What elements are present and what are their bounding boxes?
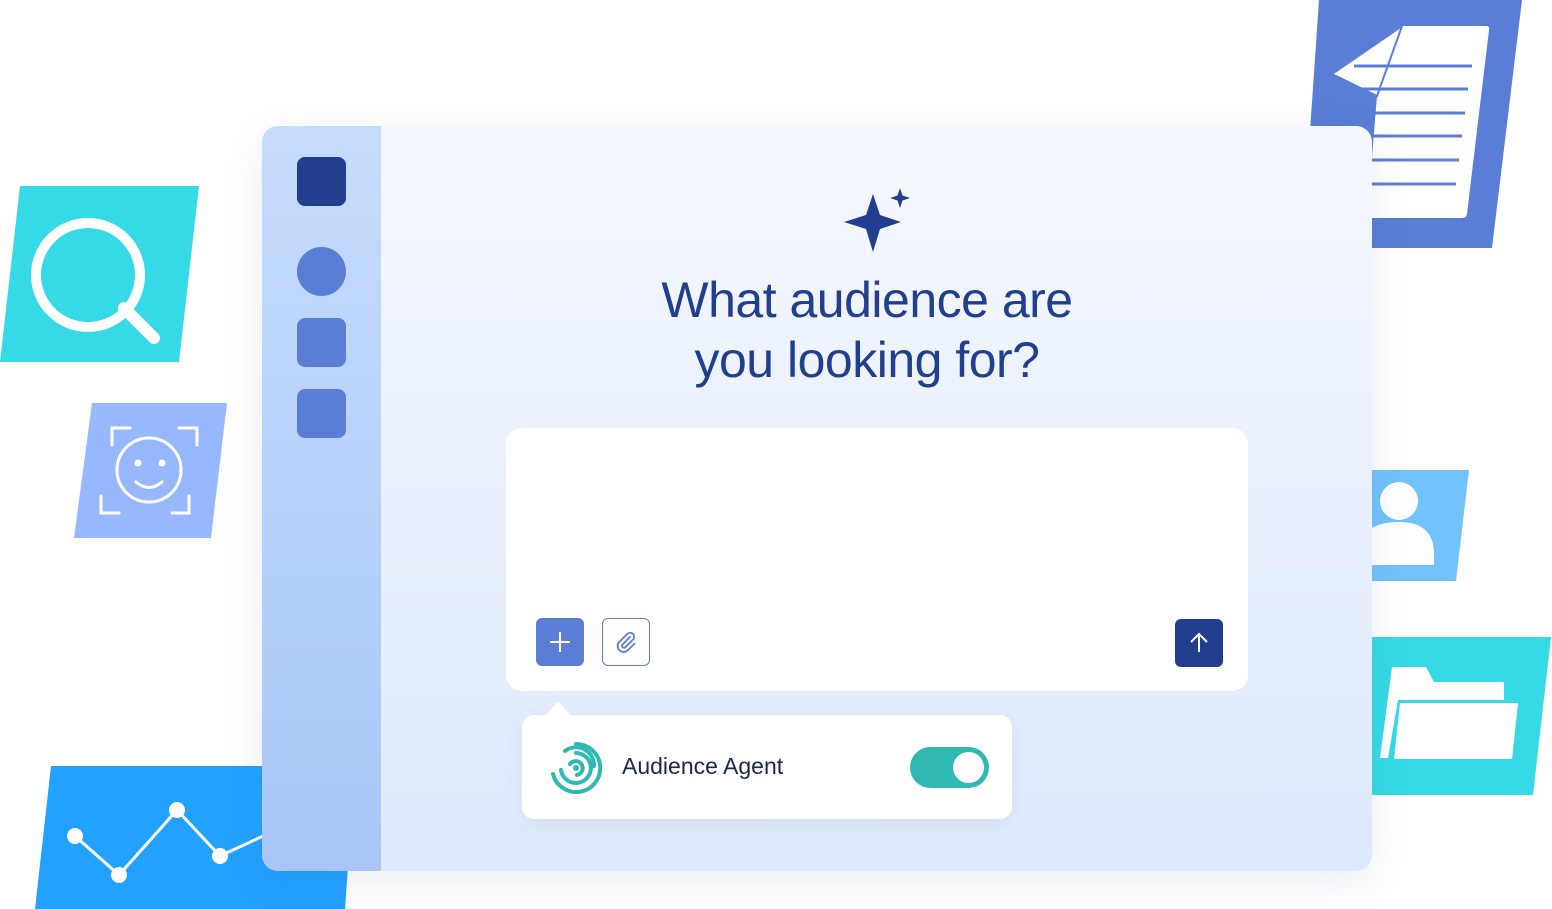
folder-card [1344,637,1552,796]
search-card [0,186,200,362]
sidebar-square-icon-primary[interactable] [297,157,346,206]
add-button[interactable] [536,618,584,666]
sidebar-square-icon-secondary[interactable] [297,318,346,367]
page-title: What audience are you looking for? [592,270,1142,390]
sidebar [262,126,381,871]
prompt-composer [506,428,1248,691]
toggle-knob [953,752,984,783]
sidebar-circle-icon[interactable] [297,247,346,296]
popover-pointer [546,701,570,715]
page-title-line-2: you looking for? [694,332,1040,388]
folder-icon [1344,637,1551,795]
paperclip-icon [616,631,636,653]
send-button[interactable] [1175,619,1223,667]
app-window: What audience are you looking for? Audie… [262,126,1372,871]
face-scan-icon [74,403,227,538]
sidebar-square-icon-tertiary[interactable] [297,389,346,438]
agent-toggle[interactable] [910,747,989,788]
face-scan-card [74,403,228,539]
audience-agent-icon [550,741,603,799]
page-title-line-1: What audience are [661,272,1073,328]
arrow-up-icon [1190,632,1208,652]
attach-button[interactable] [602,618,650,666]
sparkle-icon [842,186,912,261]
prompt-input[interactable] [530,450,1224,604]
agent-popover: Audience Agent [522,701,1012,819]
agent-label: Audience Agent [622,753,784,779]
search-icon [0,186,199,362]
plus-icon [550,632,570,652]
